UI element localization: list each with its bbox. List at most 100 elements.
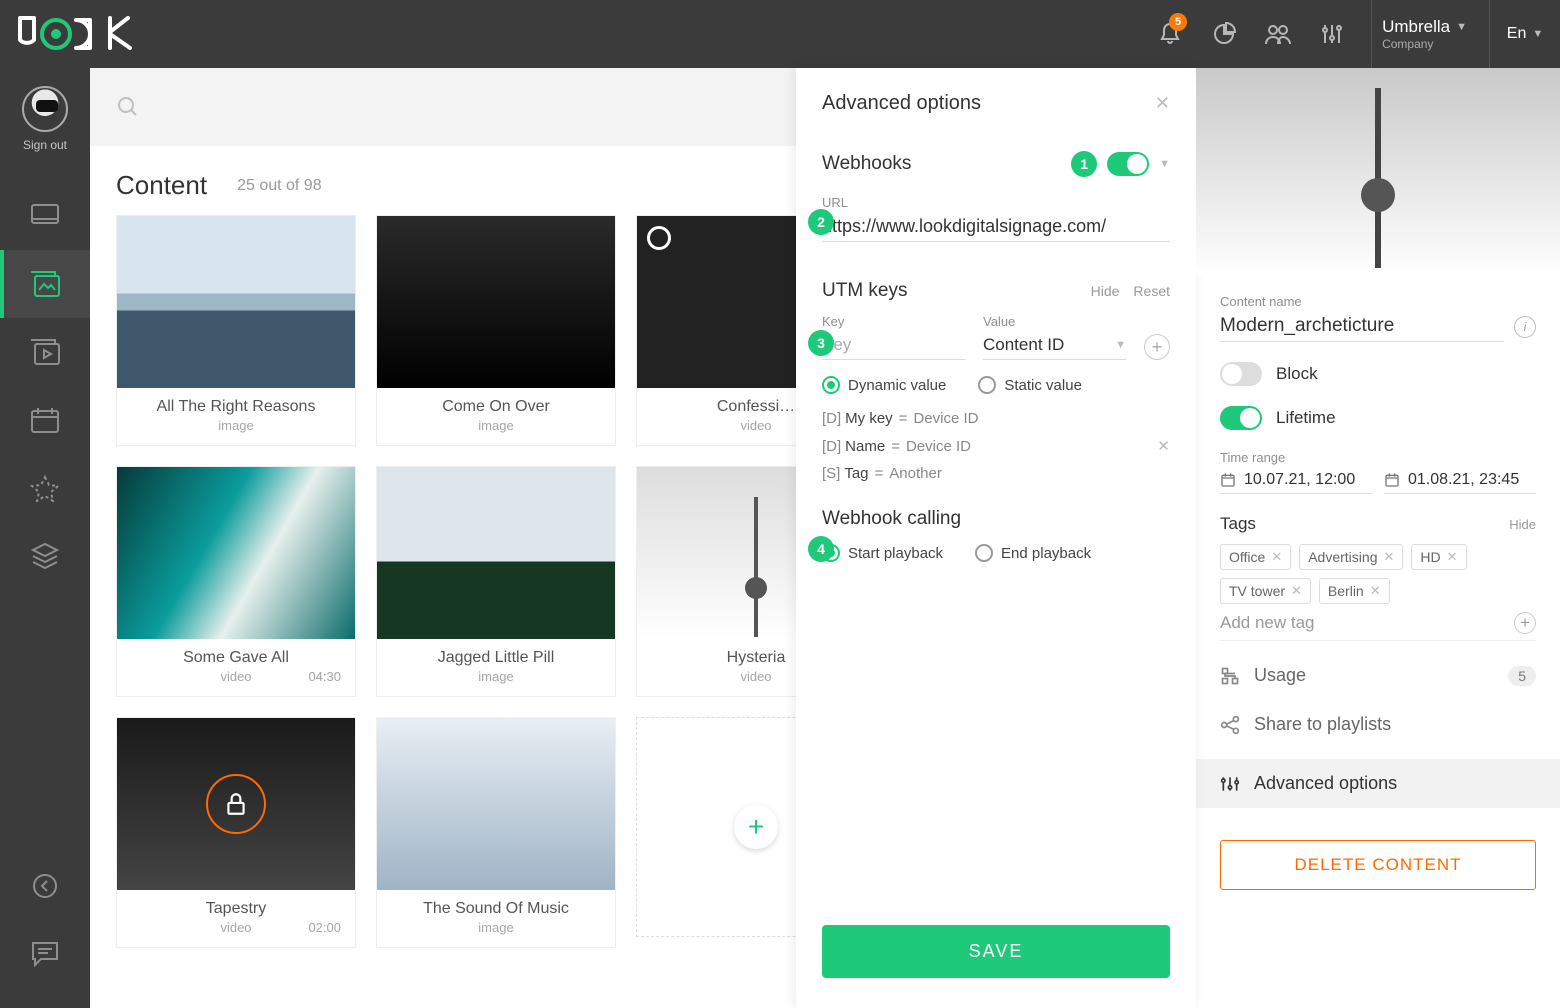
radio-start-playback[interactable]: Start playback: [822, 544, 943, 562]
tag-remove-icon[interactable]: ✕: [1291, 583, 1302, 599]
content-card[interactable]: Jagged Little Pill image: [376, 466, 616, 697]
stats-icon[interactable]: [1211, 21, 1237, 47]
radio-dot-icon: [975, 544, 993, 562]
radio-label: End playback: [1001, 545, 1091, 562]
tag-remove-icon[interactable]: ✕: [1370, 583, 1381, 599]
tag-label: TV tower: [1229, 583, 1285, 599]
content-card[interactable]: Come On Overimage: [376, 215, 616, 446]
sidebar: Sign out: [0, 68, 90, 1008]
tag-chip[interactable]: Berlin ✕: [1319, 578, 1390, 604]
advanced-options-row[interactable]: Advanced options: [1196, 759, 1560, 808]
content-card[interactable]: Some Gave Allvideo04:30: [116, 466, 356, 697]
card-type: image: [391, 669, 601, 684]
webhook-url-input[interactable]: [822, 212, 1170, 242]
card-title: Come On Over: [391, 398, 601, 416]
content-card[interactable]: The Sound Of Musicimage: [376, 717, 616, 948]
detail-panel: Content name i Block Lifetime Time range: [1195, 68, 1560, 1008]
time-from-input[interactable]: 10.07.21, 12:00: [1220, 467, 1372, 494]
account-menu[interactable]: Umbrella▼ Company: [1371, 0, 1490, 68]
add-utm-button[interactable]: +: [1144, 334, 1170, 360]
chevron-down-icon[interactable]: ▼: [1159, 158, 1170, 170]
block-toggle[interactable]: [1220, 362, 1262, 386]
nav-chat[interactable]: [0, 920, 90, 988]
topbar: 5 Umbrella▼ Company En ▼: [0, 0, 1560, 68]
search-icon[interactable]: [116, 95, 140, 119]
content-name-input[interactable]: [1220, 311, 1504, 342]
tag-chip[interactable]: HD✕: [1411, 544, 1466, 570]
param-key: Tag: [844, 465, 868, 482]
advanced-label: Advanced options: [1254, 773, 1397, 794]
tag-remove-icon[interactable]: ✕: [1271, 549, 1282, 565]
calendar-icon: [1220, 472, 1236, 488]
detail-preview: [1196, 68, 1560, 276]
signout-link[interactable]: Sign out: [23, 138, 67, 152]
utm-hide-link[interactable]: Hide: [1091, 283, 1120, 299]
share-row[interactable]: Share to playlists: [1220, 710, 1536, 739]
save-button[interactable]: SAVE: [822, 925, 1170, 978]
webhooks-label: Webhooks: [822, 153, 911, 175]
tags-label: Tags: [1220, 514, 1256, 534]
utm-label: UTM keys: [822, 280, 908, 302]
usage-row[interactable]: Usage 5: [1220, 661, 1536, 690]
plus-icon[interactable]: +: [734, 805, 778, 849]
add-tag-label: Add new tag: [1220, 613, 1315, 633]
param-key: Name: [845, 438, 885, 455]
content-card[interactable]: All The Right Reasonsimage: [116, 215, 356, 446]
nav-playlists[interactable]: [0, 318, 90, 386]
tag-label: Berlin: [1328, 583, 1364, 599]
radio-dynamic-value[interactable]: Dynamic value: [822, 376, 946, 394]
tag-remove-icon[interactable]: ✕: [1383, 549, 1394, 565]
card-duration: 04:30: [308, 669, 341, 684]
content-area: Content 25 out of 98 All The Right Reaso…: [90, 68, 1195, 1008]
param-prefix: [S]: [822, 465, 840, 482]
language-label: En: [1507, 25, 1527, 43]
card-title: The Sound Of Music: [391, 900, 601, 918]
utm-reset-link[interactable]: Reset: [1133, 283, 1170, 299]
tag-chip[interactable]: Office✕: [1220, 544, 1291, 570]
utm-key-input[interactable]: [822, 331, 965, 360]
param-value: Device ID: [913, 410, 978, 427]
chevron-down-icon: ▼: [1115, 339, 1126, 351]
lifetime-toggle[interactable]: [1220, 406, 1262, 430]
nav-schedule[interactable]: [0, 386, 90, 454]
step-marker-2: 2: [808, 209, 834, 235]
logo[interactable]: [18, 16, 148, 52]
radio-end-playback[interactable]: End playback: [975, 544, 1091, 562]
tag-chip[interactable]: Advertising✕: [1299, 544, 1403, 570]
usage-icon: [1220, 666, 1240, 686]
utm-param-row: [D] Name = Device ID ✕: [822, 437, 1170, 455]
add-tag-button[interactable]: Add new tag +: [1220, 604, 1536, 641]
radio-dot-icon: [822, 376, 840, 394]
info-icon[interactable]: i: [1514, 316, 1536, 338]
close-icon[interactable]: ✕: [1155, 93, 1170, 114]
nav-collapse[interactable]: [0, 852, 90, 920]
thumbnail: [377, 467, 615, 639]
delete-param-icon[interactable]: ✕: [1157, 437, 1170, 455]
tag-chip[interactable]: TV tower ✕: [1220, 578, 1311, 604]
utm-value-select[interactable]: Content ID: [983, 331, 1109, 359]
tag-remove-icon[interactable]: ✕: [1447, 549, 1458, 565]
radio-static-value[interactable]: Static value: [978, 376, 1082, 394]
avatar[interactable]: [22, 86, 68, 132]
key-label: Key: [822, 314, 965, 329]
settings-icon[interactable]: [1319, 21, 1345, 47]
language-switcher[interactable]: En ▼: [1490, 0, 1560, 68]
step-marker-4: 4: [808, 536, 834, 562]
tags-hide-link[interactable]: Hide: [1509, 517, 1536, 532]
users-icon[interactable]: [1265, 21, 1291, 47]
webhooks-toggle[interactable]: [1107, 152, 1149, 176]
nav-layers[interactable]: [0, 522, 90, 590]
thumbnail: [117, 467, 355, 639]
nav-content[interactable]: [0, 250, 90, 318]
time-to-input[interactable]: 01.08.21, 23:45: [1384, 467, 1536, 494]
content-card[interactable]: Tapestryvideo02:00: [116, 717, 356, 948]
card-duration: 02:00: [308, 920, 341, 935]
param-key: My key: [845, 410, 893, 427]
account-subtitle: Company: [1382, 37, 1467, 51]
nav-screens[interactable]: [0, 182, 90, 250]
notifications-icon[interactable]: 5: [1157, 21, 1183, 47]
nav-scenes[interactable]: [0, 454, 90, 522]
delete-content-button[interactable]: DELETE CONTENT: [1220, 840, 1536, 890]
utm-param-row: [S] Tag = Another: [822, 465, 1170, 482]
card-title: Jagged Little Pill: [391, 649, 601, 667]
